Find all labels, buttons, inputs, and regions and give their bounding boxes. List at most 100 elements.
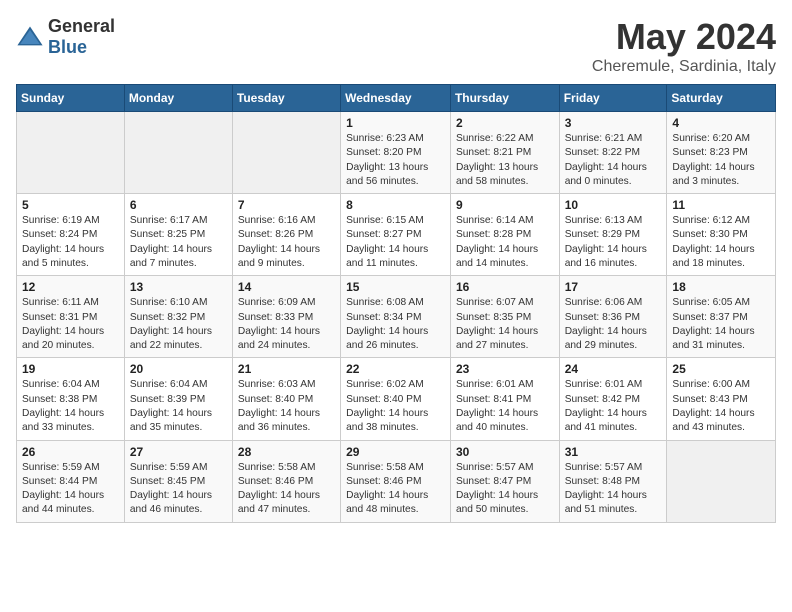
day-info: Sunrise: 6:19 AM Sunset: 8:24 PM Dayligh… (22, 214, 119, 271)
calendar-cell: 20Sunrise: 6:04 AM Sunset: 8:39 PM Dayli… (124, 358, 232, 440)
day-info: Sunrise: 5:59 AM Sunset: 8:45 PM Dayligh… (130, 461, 227, 518)
day-info: Sunrise: 6:13 AM Sunset: 8:29 PM Dayligh… (565, 214, 662, 271)
calendar-cell (124, 112, 232, 194)
calendar-cell: 1Sunrise: 6:23 AM Sunset: 8:20 PM Daylig… (341, 112, 451, 194)
day-number: 25 (672, 362, 770, 376)
day-number: 5 (22, 198, 119, 212)
day-number: 16 (456, 280, 554, 294)
calendar-cell: 16 Sunrise: 6:07 AM Sunset: 8:35 PM Dayli… (450, 276, 559, 358)
day-info: Sunrise: 6:01 AM Sunset: 8:41 PM Dayligh… (456, 378, 554, 435)
day-info: Sunrise: 6:06 AM Sunset: 8:36 PM Dayligh… (565, 296, 662, 353)
day-info: Sunrise: 6:00 AM Sunset: 8:43 PM Dayligh… (672, 378, 770, 435)
day-info: Sunrise: 6:12 AM Sunset: 8:30 PM Dayligh… (672, 214, 770, 271)
day-info: Sunrise: 6:07 AM Sunset: 8:35 PM Dayligh… (456, 296, 554, 353)
calendar-cell: 21Sunrise: 6:03 AM Sunset: 8:40 PM Dayli… (232, 358, 340, 440)
day-info: Sunrise: 6:21 AM Sunset: 8:22 PM Dayligh… (565, 132, 662, 189)
logo-general: General (48, 16, 115, 36)
calendar-cell: 3 Sunrise: 6:21 AM Sunset: 8:22 PM Daylig… (559, 112, 667, 194)
weekday-header: Sunday (17, 85, 125, 112)
calendar-cell: 19 Sunrise: 6:04 AM Sunset: 8:38 PM Dayli… (17, 358, 125, 440)
calendar-cell: 27 Sunrise: 5:59 AM Sunset: 8:45 PM Dayli… (124, 440, 232, 522)
day-info: Sunrise: 5:57 AM Sunset: 8:47 PM Dayligh… (456, 461, 554, 518)
day-number: 9 (456, 198, 554, 212)
weekday-header: Tuesday (232, 85, 340, 112)
calendar-cell (232, 112, 340, 194)
day-info: Sunrise: 6:09 AM Sunset: 8:33 PM Dayligh… (238, 296, 335, 353)
day-info: Sunrise: 6:01 AM Sunset: 8:42 PM Dayligh… (565, 378, 662, 435)
day-number: 1 (346, 116, 445, 130)
calendar-cell: 22Sunrise: 6:02 AM Sunset: 8:40 PM Dayli… (341, 358, 451, 440)
day-info: Sunrise: 6:22 AM Sunset: 8:21 PM Dayligh… (456, 132, 554, 189)
calendar-cell (667, 440, 776, 522)
day-number: 13 (130, 280, 227, 294)
calendar-cell: 10 Sunrise: 6:13 AM Sunset: 8:29 PM Dayli… (559, 194, 667, 276)
day-info: Sunrise: 5:59 AM Sunset: 8:44 PM Dayligh… (22, 461, 119, 518)
day-number: 7 (238, 198, 335, 212)
weekday-header-row: SundayMondayTuesdayWednesdayThursdayFrid… (17, 85, 776, 112)
day-number: 6 (130, 198, 227, 212)
day-number: 30 (456, 445, 554, 459)
calendar-week-row: 1Sunrise: 6:23 AM Sunset: 8:20 PM Daylig… (17, 112, 776, 194)
month-title: May 2024 (592, 16, 776, 58)
calendar-cell: 29 Sunrise: 5:58 AM Sunset: 8:46 PM Dayli… (341, 440, 451, 522)
day-number: 10 (565, 198, 662, 212)
calendar-cell: 14 Sunrise: 6:09 AM Sunset: 8:33 PM Dayli… (232, 276, 340, 358)
day-number: 31 (565, 445, 662, 459)
calendar-cell: 2Sunrise: 6:22 AM Sunset: 8:21 PM Daylig… (450, 112, 559, 194)
day-number: 29 (346, 445, 445, 459)
calendar-cell: 6 Sunrise: 6:17 AM Sunset: 8:25 PM Daylig… (124, 194, 232, 276)
day-info: Sunrise: 6:14 AM Sunset: 8:28 PM Dayligh… (456, 214, 554, 271)
calendar-cell: 11Sunrise: 6:12 AM Sunset: 8:30 PM Dayli… (667, 194, 776, 276)
day-info: Sunrise: 6:04 AM Sunset: 8:38 PM Dayligh… (22, 378, 119, 435)
day-number: 4 (672, 116, 770, 130)
calendar-cell: 30 Sunrise: 5:57 AM Sunset: 8:47 PM Dayli… (450, 440, 559, 522)
calendar-cell: 15Sunrise: 6:08 AM Sunset: 8:34 PM Dayli… (341, 276, 451, 358)
day-number: 27 (130, 445, 227, 459)
day-info: Sunrise: 6:17 AM Sunset: 8:25 PM Dayligh… (130, 214, 227, 271)
day-info: Sunrise: 6:05 AM Sunset: 8:37 PM Dayligh… (672, 296, 770, 353)
day-number: 20 (130, 362, 227, 376)
day-number: 26 (22, 445, 119, 459)
calendar-cell: 8 Sunrise: 6:15 AM Sunset: 8:27 PM Daylig… (341, 194, 451, 276)
calendar-cell: 31 Sunrise: 5:57 AM Sunset: 8:48 PM Dayli… (559, 440, 667, 522)
day-info: Sunrise: 5:58 AM Sunset: 8:46 PM Dayligh… (238, 461, 335, 518)
day-info: Sunrise: 5:57 AM Sunset: 8:48 PM Dayligh… (565, 461, 662, 518)
calendar-cell: 28Sunrise: 5:58 AM Sunset: 8:46 PM Dayli… (232, 440, 340, 522)
calendar-cell: 9 Sunrise: 6:14 AM Sunset: 8:28 PM Daylig… (450, 194, 559, 276)
calendar-cell: 24 Sunrise: 6:01 AM Sunset: 8:42 PM Dayli… (559, 358, 667, 440)
calendar-week-row: 5 Sunrise: 6:19 AM Sunset: 8:24 PM Daylig… (17, 194, 776, 276)
calendar-cell: 25 Sunrise: 6:00 AM Sunset: 8:43 PM Dayli… (667, 358, 776, 440)
day-info: Sunrise: 5:58 AM Sunset: 8:46 PM Dayligh… (346, 461, 445, 518)
day-number: 24 (565, 362, 662, 376)
calendar-week-row: 19 Sunrise: 6:04 AM Sunset: 8:38 PM Dayli… (17, 358, 776, 440)
calendar-cell: 4 Sunrise: 6:20 AM Sunset: 8:23 PM Daylig… (667, 112, 776, 194)
calendar-table: SundayMondayTuesdayWednesdayThursdayFrid… (16, 84, 776, 523)
day-number: 3 (565, 116, 662, 130)
weekday-header: Monday (124, 85, 232, 112)
calendar-cell: 12Sunrise: 6:11 AM Sunset: 8:31 PM Dayli… (17, 276, 125, 358)
day-info: Sunrise: 6:08 AM Sunset: 8:34 PM Dayligh… (346, 296, 445, 353)
weekday-header: Friday (559, 85, 667, 112)
day-number: 21 (238, 362, 335, 376)
day-number: 17 (565, 280, 662, 294)
day-number: 19 (22, 362, 119, 376)
day-number: 14 (238, 280, 335, 294)
logo: General Blue (16, 16, 115, 58)
calendar-cell: 17 Sunrise: 6:06 AM Sunset: 8:36 PM Dayli… (559, 276, 667, 358)
calendar-week-row: 26 Sunrise: 5:59 AM Sunset: 8:44 PM Dayli… (17, 440, 776, 522)
calendar-week-row: 12Sunrise: 6:11 AM Sunset: 8:31 PM Dayli… (17, 276, 776, 358)
day-info: Sunrise: 6:15 AM Sunset: 8:27 PM Dayligh… (346, 214, 445, 271)
calendar-cell: 5 Sunrise: 6:19 AM Sunset: 8:24 PM Daylig… (17, 194, 125, 276)
day-info: Sunrise: 6:20 AM Sunset: 8:23 PM Dayligh… (672, 132, 770, 189)
title-section: May 2024 Cheremule, Sardinia, Italy (592, 16, 776, 76)
day-info: Sunrise: 6:02 AM Sunset: 8:40 PM Dayligh… (346, 378, 445, 435)
day-number: 23 (456, 362, 554, 376)
day-number: 8 (346, 198, 445, 212)
day-number: 18 (672, 280, 770, 294)
day-number: 12 (22, 280, 119, 294)
weekday-header: Thursday (450, 85, 559, 112)
logo-icon (16, 23, 44, 51)
calendar-cell: 13Sunrise: 6:10 AM Sunset: 8:32 PM Dayli… (124, 276, 232, 358)
location-subtitle: Cheremule, Sardinia, Italy (592, 58, 776, 76)
logo-blue: Blue (48, 37, 87, 57)
